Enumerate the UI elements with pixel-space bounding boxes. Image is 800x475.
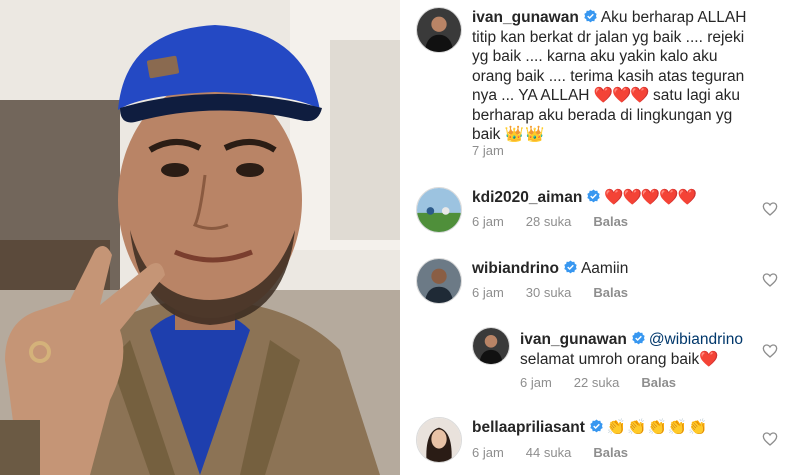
comment-likes[interactable]: 30 suka [526,285,572,300]
comment-text: 👏👏👏👏👏 [606,419,709,436]
verified-badge-icon [584,9,597,23]
caption-line: nya ... YA ALLAH [472,87,590,104]
comment-time: 7 jam [472,143,504,158]
caption-line: satu lagi aku [653,87,741,104]
comment-time: 6 jam [472,214,504,229]
reply-comment: ivan_gunawan @wibiandrino selamat umroh o… [520,330,760,369]
comment-username[interactable]: kdi2020_aiman [472,189,582,206]
avatar[interactable] [416,417,462,463]
comment-time: 6 jam [472,445,504,460]
comment: kdi2020_aiman ❤️❤️❤️❤️❤️ [472,188,762,208]
reply-button[interactable]: Balas [593,445,628,460]
comment-likes[interactable]: 22 suka [574,375,620,390]
comment-meta: 7 jam [472,143,504,158]
post-photo [0,0,400,475]
caption-line: Aku berharap ALLAH [600,9,747,26]
comment-meta: 6 jam 28 suka Balas [472,214,628,229]
like-button[interactable] [762,272,778,288]
avatar[interactable] [416,258,462,304]
like-button[interactable] [762,343,778,359]
comments-panel: ivan_gunawan Aku berharap ALLAH titip kan… [400,0,800,475]
comment-username[interactable]: ivan_gunawan [472,9,579,26]
like-button[interactable] [762,431,778,447]
heart-emojis: ❤️❤️❤️ [593,87,650,104]
user-avatar-icon [473,328,509,364]
comment-text: selamat umroh orang baik [520,350,700,368]
comment-username[interactable]: bellaapriliasant [472,419,585,436]
verified-badge-icon [632,331,645,345]
comment-username[interactable]: wibiandrino [472,260,559,277]
user-avatar-icon [417,418,461,462]
selfie-illustration [0,0,400,475]
reply-button[interactable]: Balas [593,285,628,300]
comment-meta: 6 jam 30 suka Balas [472,285,628,300]
verified-badge-icon [587,189,600,203]
verified-badge-icon [590,419,603,433]
caption-line: yg baik .... karna aku yakin kalo aku [472,48,718,65]
comment: wibiandrino Aamiin [472,259,762,279]
comment-likes[interactable]: 28 suka [526,214,572,229]
comment-username[interactable]: ivan_gunawan [520,331,627,348]
mention-link[interactable]: @wibiandrino [649,331,743,348]
avatar[interactable] [416,187,462,233]
reply-button[interactable]: Balas [641,375,676,390]
user-avatar-icon [417,8,461,52]
comment-text: Aamiin [580,260,629,277]
heart-outline-icon [762,273,778,287]
user-avatar-icon [417,259,461,303]
crown-emojis: 👑👑 [504,126,546,143]
comment-meta: 6 jam 22 suka Balas [520,375,676,390]
caption-line: orang baik .... terima kasih atas tegura… [472,67,745,85]
comment: bellaapriliasant 👏👏👏👏👏 [472,418,762,438]
avatar[interactable] [416,7,462,53]
caption-line: berharap aku berada di lingkungan yg [472,106,733,124]
caption-line: baik [472,126,501,143]
comment-time: 6 jam [472,285,504,300]
reply-button[interactable]: Balas [593,214,628,229]
comment-meta: 6 jam 44 suka Balas [472,445,628,460]
caption-comment: ivan_gunawan Aku berharap ALLAH titip kan… [472,8,792,145]
comment-time: 6 jam [520,375,552,390]
avatar[interactable] [472,327,510,365]
heart-emoji: ❤️ [699,350,718,368]
like-button[interactable] [762,201,778,217]
heart-outline-icon [762,344,778,358]
heart-outline-icon [762,202,778,216]
caption-line: titip kan berkat dr jalan yg baik .... r… [472,28,745,46]
comment-text: ❤️❤️❤️❤️❤️ [604,189,696,206]
comment-likes[interactable]: 44 suka [526,445,572,460]
verified-badge-icon [564,260,577,274]
heart-outline-icon [762,432,778,446]
user-avatar-icon [417,188,461,232]
